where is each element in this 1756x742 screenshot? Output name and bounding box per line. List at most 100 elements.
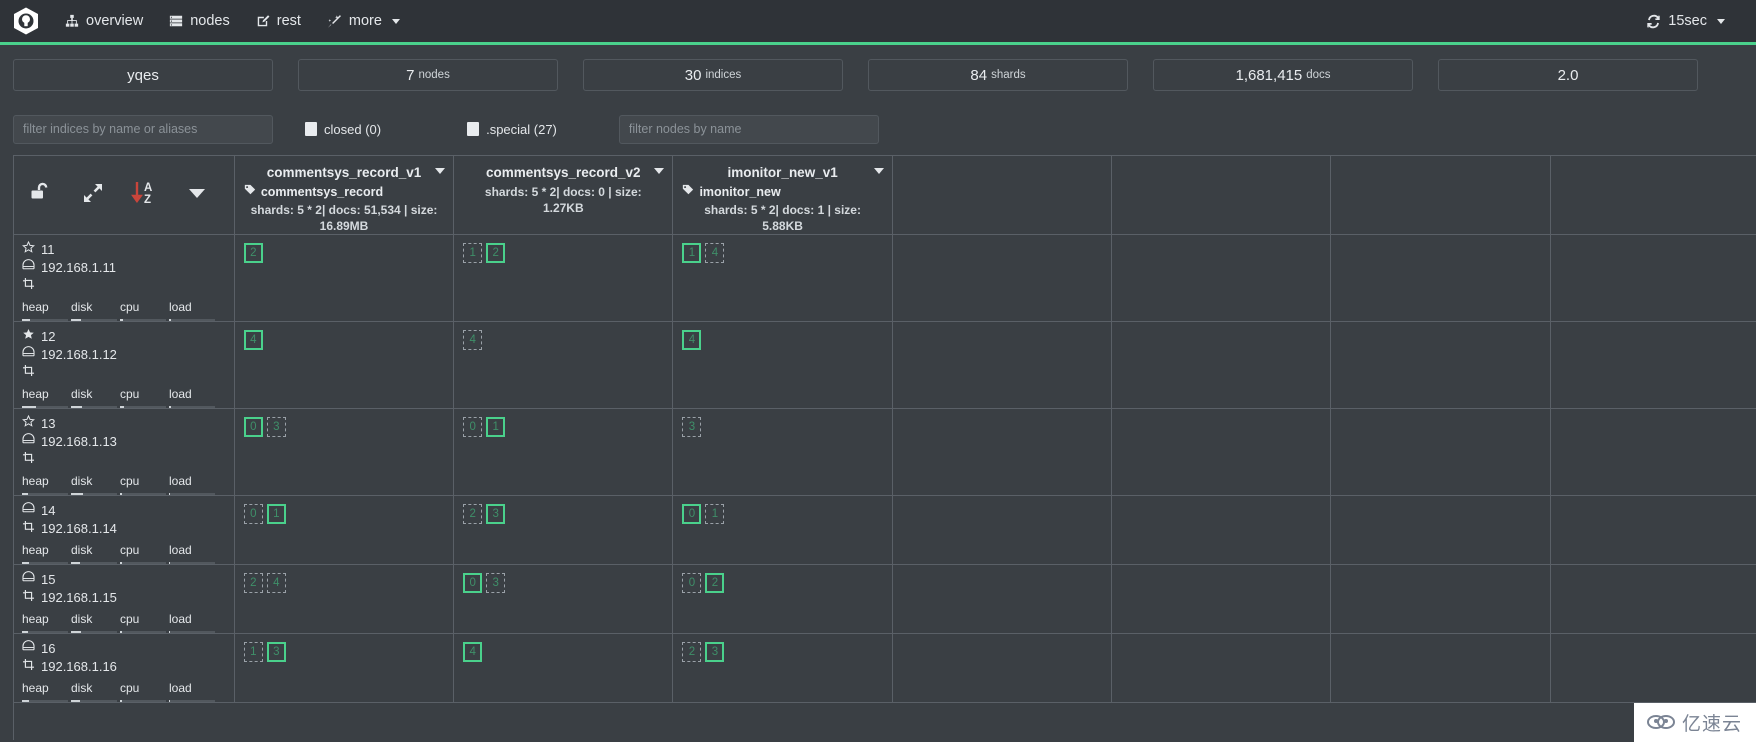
- shard-badge-replica[interactable]: 4: [266, 573, 286, 593]
- shard-badge-primary[interactable]: 2: [486, 243, 506, 263]
- stat-unit: shards: [991, 69, 1026, 81]
- docs-count[interactable]: 1,681,415 docs: [1153, 59, 1413, 91]
- size-stat[interactable]: 2.0: [1438, 59, 1698, 91]
- shard-badge-primary[interactable]: 0: [682, 504, 702, 524]
- shard-badge-primary[interactable]: 4: [682, 330, 702, 350]
- shard-cell: 4: [234, 321, 455, 409]
- shard-badge-replica[interactable]: 2: [682, 642, 702, 662]
- refresh-interval-label: 15sec: [1668, 13, 1707, 29]
- node-metric-cpu: cpu: [120, 541, 169, 564]
- watermark: 亿速云: [1633, 703, 1756, 742]
- shard-badge-primary[interactable]: 0: [243, 417, 263, 437]
- metric-bar-track: [169, 631, 215, 633]
- nodes-count[interactable]: 7 nodes: [298, 59, 558, 91]
- index-meta: shards: 5 * 2| docs: 0 | size: 1.27KB: [484, 185, 642, 216]
- shard-cell: [1550, 321, 1756, 409]
- indices-filter-input[interactable]: [13, 114, 273, 144]
- cluster-name[interactable]: yqes: [13, 59, 273, 91]
- client-node-icon: [22, 658, 35, 675]
- shard-badge-replica[interactable]: 4: [463, 330, 483, 350]
- shard-cell: 13: [234, 633, 455, 703]
- shard-badge-primary[interactable]: 3: [486, 504, 506, 524]
- shard-badge-replica[interactable]: 3: [266, 417, 286, 437]
- shard-badge-primary[interactable]: 3: [266, 642, 286, 662]
- shard-badge-primary[interactable]: 1: [682, 243, 702, 263]
- shard-cell: [1111, 321, 1332, 409]
- node-metric-load: load: [169, 610, 218, 633]
- node-ip-line: 192.168.1.14: [22, 520, 226, 537]
- server-icon: [22, 433, 35, 450]
- node-cell: 11 192.168.1.11 heap disk cpu load: [14, 234, 235, 322]
- nav-item-overview[interactable]: overview: [52, 0, 156, 44]
- shard-badge-replica[interactable]: 3: [486, 573, 506, 593]
- options-dropdown-button[interactable]: [176, 173, 218, 217]
- nodes-filter-input[interactable]: [618, 114, 879, 144]
- shard-badge-primary[interactable]: 2: [243, 243, 263, 263]
- shard-badge-primary[interactable]: 4: [463, 642, 483, 662]
- stat-number: 84: [970, 66, 988, 84]
- index-actions-dropdown[interactable]: [654, 168, 665, 174]
- lock-toggle-button[interactable]: [20, 173, 62, 217]
- shard-badge-primary[interactable]: 1: [266, 504, 286, 524]
- node-metrics: heap disk cpu load: [22, 472, 226, 495]
- shard-badge-replica[interactable]: 2: [243, 573, 263, 593]
- shard-badge-primary[interactable]: 2: [705, 573, 725, 593]
- node-id-line: 15: [22, 571, 226, 588]
- node-roles-row: [22, 364, 226, 381]
- star-outline-icon[interactable]: [22, 240, 35, 258]
- index-header-commentsys_record_v1[interactable]: commentsys_record_v1 commentsys_record sha…: [234, 156, 455, 235]
- shard-badge-replica[interactable]: 0: [243, 504, 263, 524]
- refresh-interval-button[interactable]: 15sec: [1633, 0, 1738, 44]
- index-actions-dropdown[interactable]: [873, 168, 884, 174]
- stat-number: 1,681,415: [1235, 66, 1303, 84]
- shard-badge-replica[interactable]: 3: [682, 417, 702, 437]
- tag-icon: [244, 184, 256, 199]
- shard-badge-replica[interactable]: 1: [705, 504, 725, 524]
- index-actions-dropdown[interactable]: [435, 168, 446, 174]
- shard-cell: 01: [672, 495, 893, 565]
- kopf-logo-icon[interactable]: [0, 0, 52, 44]
- svg-text:A: A: [144, 182, 152, 194]
- index-header-commentsys_record_v2[interactable]: commentsys_record_v2 shards: 5 * 2| docs:…: [453, 156, 674, 235]
- server-icon: [22, 502, 35, 519]
- shard-badge-primary[interactable]: 3: [705, 642, 725, 662]
- shard-badge-primary[interactable]: 0: [463, 573, 483, 593]
- node-metric-cpu: cpu: [120, 385, 169, 408]
- node-ip-line: 192.168.1.12: [22, 346, 226, 363]
- star-outline-icon[interactable]: [22, 414, 35, 432]
- shard-badge-replica[interactable]: 1: [243, 642, 263, 662]
- index-meta: shards: 5 * 2| docs: 1 | size: 5.88KB: [704, 203, 861, 234]
- nav-item-more[interactable]: more: [314, 0, 413, 44]
- tag-icon: [682, 184, 694, 199]
- index-header-imonitor_new_v1[interactable]: imonitor_new_v1 imonitor_new shards: 5 * 2…: [672, 156, 893, 235]
- checkbox-icon: [305, 122, 317, 136]
- indices-count[interactable]: 30 indices: [583, 59, 843, 91]
- shards-count[interactable]: 84 shards: [868, 59, 1128, 91]
- node-row: 13 192.168.1.13 heap disk cpu load 0 3 0 1 3: [14, 408, 1756, 496]
- shard-badge-primary[interactable]: 4: [243, 330, 263, 350]
- kopf-app: overview nodes rest more 15sec yqes 7 nodes 30…: [0, 0, 1756, 742]
- nav-item-label: rest: [276, 13, 301, 29]
- shard-cell: [1111, 495, 1332, 565]
- shard-badge-replica[interactable]: 1: [463, 243, 483, 263]
- shard-badge-replica[interactable]: 4: [705, 243, 725, 263]
- shard-cell: [1111, 633, 1332, 703]
- closed-indices-checkbox[interactable]: closed (0): [305, 122, 381, 137]
- index-header-empty: [1330, 156, 1551, 235]
- node-cell: 12 192.168.1.12 heap disk cpu load: [14, 321, 235, 409]
- shard-badge-replica[interactable]: 0: [682, 573, 702, 593]
- nav-item-nodes[interactable]: nodes: [156, 0, 243, 44]
- node-metric-disk: disk: [71, 679, 120, 702]
- special-indices-checkbox[interactable]: .special (27): [467, 122, 557, 137]
- nav-item-rest[interactable]: rest: [243, 0, 314, 44]
- shard-cell: 01: [234, 495, 455, 565]
- shard-badge-replica[interactable]: 2: [463, 504, 483, 524]
- star-filled-icon[interactable]: [22, 328, 35, 345]
- expand-button[interactable]: [72, 173, 114, 217]
- sort-button[interactable]: AZ: [124, 173, 166, 217]
- shard-badge-replica[interactable]: 0: [463, 417, 483, 437]
- shard-badge-primary[interactable]: 1: [486, 417, 506, 437]
- node-metric-heap: heap: [22, 472, 71, 495]
- stat-unit: docs: [1306, 69, 1331, 81]
- closed-indices-label: closed (0): [324, 121, 382, 137]
